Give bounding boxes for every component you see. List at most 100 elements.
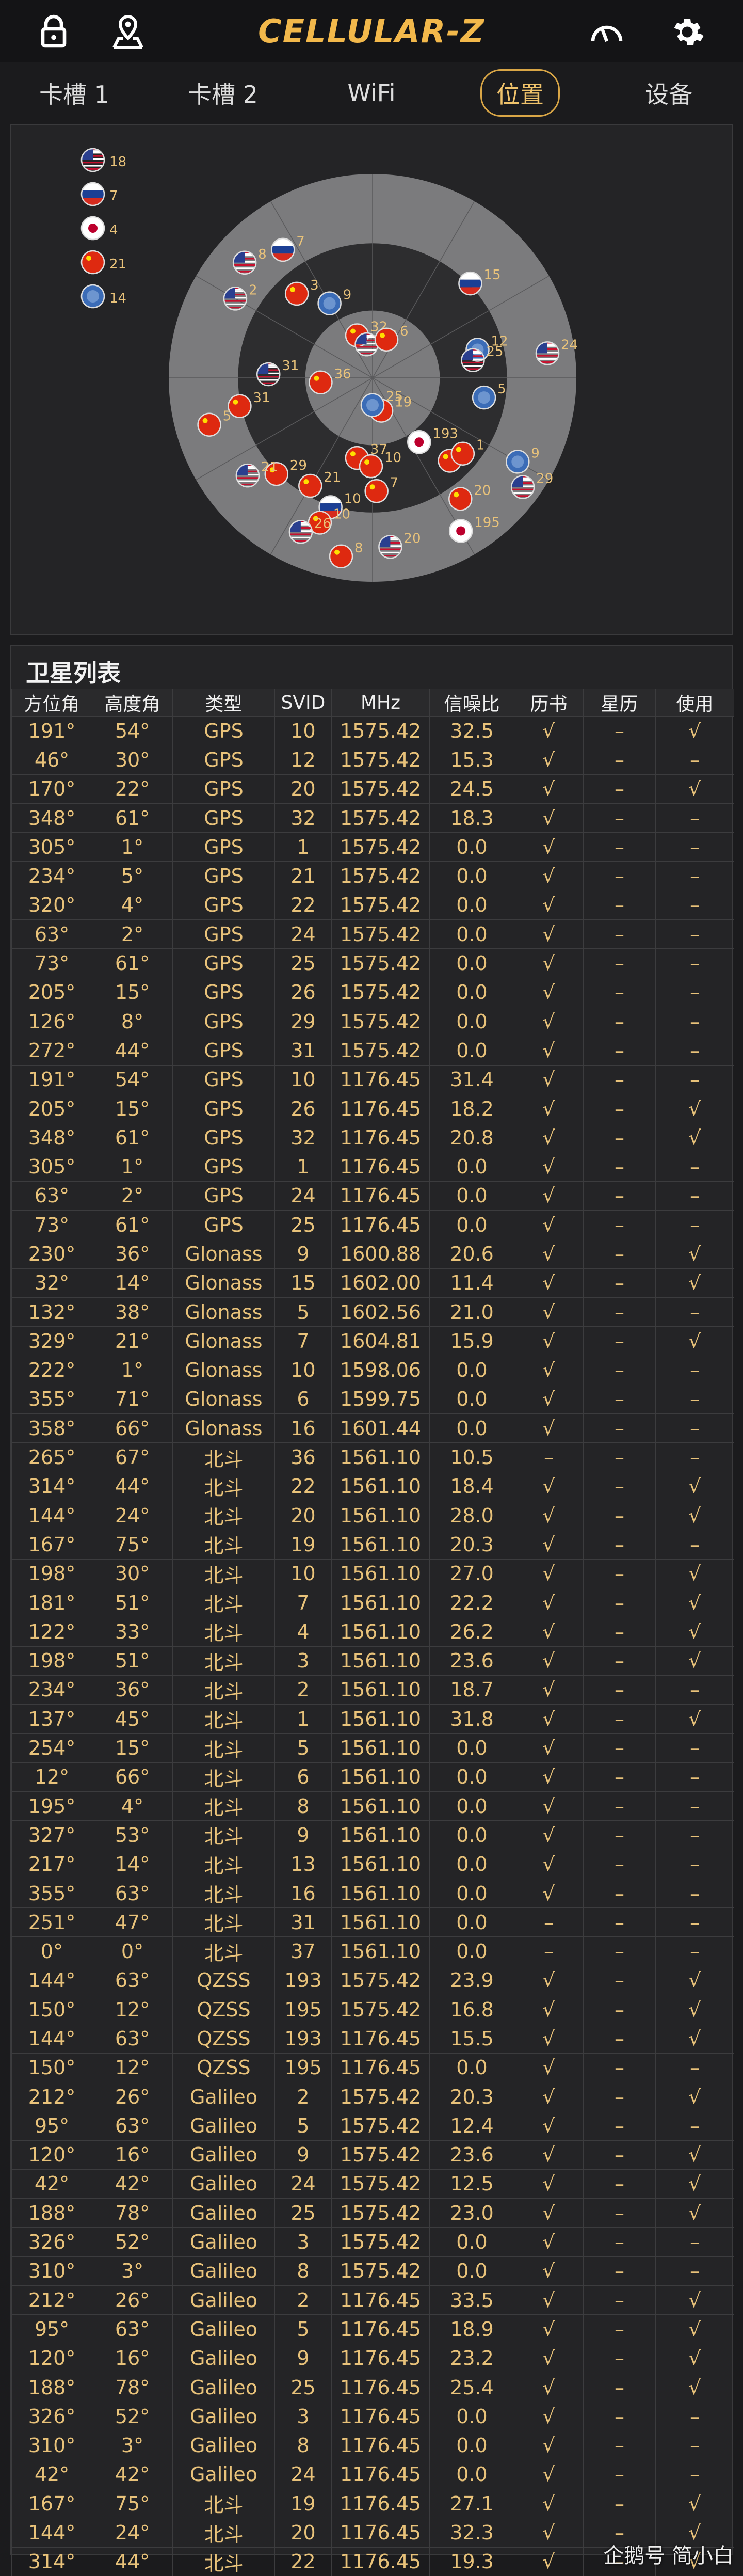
satellite-marker[interactable]	[364, 479, 389, 503]
table-row[interactable]: 320° 4° GPS 22 1575.42 0.0 √ – –	[11, 890, 734, 920]
table-row[interactable]: 198° 30° 北斗 10 1561.10 27.0 √ – √	[11, 1559, 734, 1588]
satellite-marker[interactable]	[374, 327, 399, 352]
column-header[interactable]: 类型	[172, 689, 275, 717]
tab-1[interactable]: 卡槽 2	[149, 62, 297, 124]
column-header[interactable]: SVID	[274, 689, 332, 717]
satellite-marker[interactable]	[458, 271, 482, 296]
table-row[interactable]: 348° 61° GPS 32 1575.42 18.3 √ – –	[11, 803, 734, 833]
table-row[interactable]: 198° 51° 北斗 3 1561.10 23.6 √ – √	[11, 1646, 734, 1676]
table-cell: –	[583, 861, 656, 891]
table-row[interactable]: 217° 14° 北斗 13 1561.10 0.0 √ – –	[11, 1849, 734, 1879]
satellite-marker[interactable]	[197, 412, 221, 437]
table-row[interactable]: 32° 14° Glonass 15 1602.00 11.4 √ – √	[11, 1268, 734, 1298]
satellite-marker[interactable]	[506, 450, 530, 474]
satellite-marker[interactable]	[317, 291, 342, 315]
tab-4[interactable]: 设备	[594, 62, 743, 124]
satellite-marker[interactable]	[360, 393, 385, 417]
table-row[interactable]: 234° 36° 北斗 2 1561.10 18.7 √ – –	[11, 1675, 734, 1705]
table-row[interactable]: 137° 45° 北斗 1 1561.10 31.8 √ – √	[11, 1704, 734, 1734]
table-row[interactable]: 310° 3° Galileo 8 1575.42 0.0 √ – –	[11, 2256, 734, 2286]
table-row[interactable]: 191° 54° GPS 10 1575.42 32.5 √ – √	[11, 715, 734, 746]
tab-0[interactable]: 卡槽 1	[0, 62, 149, 124]
table-row[interactable]: 126° 8° GPS 29 1575.42 0.0 √ – –	[11, 1006, 734, 1037]
satellite-marker[interactable]	[298, 473, 322, 498]
table-row[interactable]: 326° 52° Galileo 3 1176.45 0.0 √ – –	[11, 2402, 734, 2431]
table-row[interactable]: 63° 2° GPS 24 1575.42 0.0 √ – –	[11, 919, 734, 949]
table-row[interactable]: 42° 42° Galileo 24 1575.42 12.5 √ – √	[11, 2169, 734, 2199]
table-row[interactable]: 46° 30° GPS 12 1575.42 15.3 √ – –	[11, 745, 734, 775]
table-row[interactable]: 327° 53° 北斗 9 1561.10 0.0 √ – –	[11, 1820, 734, 1850]
table-row[interactable]: 12° 66° 北斗 6 1561.10 0.0 √ – –	[11, 1762, 734, 1792]
table-row[interactable]: 63° 2° GPS 24 1176.45 0.0 √ – –	[11, 1181, 734, 1211]
table-row[interactable]: 73° 61° GPS 25 1176.45 0.0 √ – –	[11, 1210, 734, 1240]
table-row[interactable]: 144° 63° QZSS 193 1575.42 23.9 √ – √	[11, 1965, 734, 1996]
table-row[interactable]: 254° 15° 北斗 5 1561.10 0.0 √ – –	[11, 1733, 734, 1763]
table-row[interactable]: 230° 36° Glonass 9 1600.88 20.6 √ – √	[11, 1239, 734, 1269]
satellite-marker[interactable]	[472, 385, 496, 410]
satellite-marker[interactable]	[448, 487, 473, 511]
table-row[interactable]: 310° 3° Galileo 8 1176.45 0.0 √ – –	[11, 2430, 734, 2460]
satellite-marker[interactable]	[271, 237, 295, 262]
table-row[interactable]: 188° 78° Galileo 25 1575.42 23.0 √ – √	[11, 2198, 734, 2228]
table-row[interactable]: 305° 1° GPS 1 1575.42 0.0 √ – –	[11, 832, 734, 862]
table-row[interactable]: 144° 24° 北斗 20 1561.10 28.0 √ – √	[11, 1501, 734, 1531]
column-header[interactable]: 信噪比	[429, 689, 514, 717]
gear-icon[interactable]	[667, 11, 708, 53]
table-row[interactable]: 205° 15° GPS 26 1176.45 18.2 √ – √	[11, 1093, 734, 1124]
table-row[interactable]: 234° 5° GPS 21 1575.42 0.0 √ – –	[11, 861, 734, 891]
satellite-marker[interactable]	[359, 454, 383, 479]
table-row[interactable]: 120° 16° Galileo 9 1176.45 23.2 √ – √	[11, 2343, 734, 2373]
satellite-marker[interactable]	[329, 544, 353, 569]
satellite-marker[interactable]	[309, 370, 333, 395]
table-row[interactable]: 167° 75° 北斗 19 1176.45 27.1 √ – √	[11, 2489, 734, 2519]
table-row[interactable]: 150° 12° QZSS 195 1575.42 16.8 √ – √	[11, 1995, 734, 2025]
table-row[interactable]: 195° 4° 北斗 8 1561.10 0.0 √ – –	[11, 1791, 734, 1821]
table-row[interactable]: 212° 26° Galileo 2 1176.45 33.5 √ – √	[11, 2285, 734, 2315]
table-row[interactable]: 212° 26° Galileo 2 1575.42 20.3 √ – √	[11, 2081, 734, 2112]
table-row[interactable]: 191° 54° GPS 10 1176.45 31.4 √ – –	[11, 1064, 734, 1094]
column-header[interactable]: 星历	[583, 689, 656, 717]
table-row[interactable]: 305° 1° GPS 1 1176.45 0.0 √ – –	[11, 1152, 734, 1182]
table-row[interactable]: 326° 52° Galileo 3 1575.42 0.0 √ – –	[11, 2227, 734, 2257]
satellite-marker[interactable]	[450, 441, 475, 466]
satellite-marker[interactable]	[228, 394, 252, 419]
table-row[interactable]: 205° 15° GPS 26 1575.42 0.0 √ – –	[11, 977, 734, 1007]
speedometer-icon[interactable]	[586, 11, 627, 53]
table-row[interactable]: 95° 63° Galileo 5 1176.45 18.9 √ – √	[11, 2314, 734, 2344]
table-row[interactable]: 42° 42° Galileo 24 1176.45 0.0 √ – –	[11, 2459, 734, 2490]
table-row[interactable]: 122° 33° 北斗 4 1561.10 26.2 √ – √	[11, 1617, 734, 1647]
table-row[interactable]: 132° 38° Glonass 5 1602.56 21.0 √ – –	[11, 1297, 734, 1327]
table-row[interactable]: 150° 12° QZSS 195 1176.45 0.0 √ – –	[11, 2053, 734, 2082]
table-row[interactable]: 167° 75° 北斗 19 1561.10 20.3 √ – –	[11, 1530, 734, 1560]
column-header[interactable]: 历书	[514, 689, 584, 717]
table-row[interactable]: 265° 67° 北斗 36 1561.10 10.5– – –	[11, 1442, 734, 1472]
table-row[interactable]: 355° 71° Glonass 6 1599.75 0.0 √ – –	[11, 1384, 734, 1414]
table-row[interactable]: 170° 22° GPS 20 1575.42 24.5 √ – √	[11, 774, 734, 804]
satellite-marker[interactable]	[448, 519, 473, 543]
satellite-marker[interactable]	[284, 281, 309, 306]
column-header[interactable]: 使用	[655, 689, 734, 717]
table-row[interactable]: 144° 63° QZSS 193 1176.45 15.5 √ – √	[11, 2024, 734, 2054]
table-row[interactable]: 181° 51° 北斗 7 1561.10 22.2 √ – √	[11, 1587, 734, 1618]
table-row[interactable]: 272° 44° GPS 31 1575.42 0.0 √ – –	[11, 1036, 734, 1066]
lock-icon[interactable]	[33, 11, 74, 53]
table-row[interactable]: 314° 44° 北斗 22 1561.10 18.4 √ – √	[11, 1471, 734, 1502]
table-row[interactable]: 358° 66° Glonass 16 1601.44 0.0 √ – –	[11, 1413, 734, 1443]
map-pin-icon[interactable]	[107, 11, 149, 53]
tab-2[interactable]: WiFi	[297, 62, 446, 124]
satellite-marker[interactable]	[407, 430, 431, 454]
table-row[interactable]: 251° 47° 北斗 31 1561.10 0.0– – –	[11, 1907, 734, 1937]
table-row[interactable]: 0° 0° 北斗 37 1561.10 0.0– – –	[11, 1936, 734, 1966]
table-row[interactable]: 188° 78° Galileo 25 1176.45 25.4 √ – √	[11, 2372, 734, 2403]
column-header[interactable]: 高度角	[92, 689, 173, 717]
table-row[interactable]: 95° 63° Galileo 5 1575.42 12.4 √ – –	[11, 2111, 734, 2141]
column-header[interactable]: MHz	[331, 689, 430, 717]
table-row[interactable]: 120° 16° Galileo 9 1575.42 23.6 √ – √	[11, 2140, 734, 2170]
table-row[interactable]: 73° 61° GPS 25 1575.42 0.0 √ – –	[11, 948, 734, 978]
table-row[interactable]: 348° 61° GPS 32 1176.45 20.8 √ – √	[11, 1123, 734, 1153]
table-row[interactable]: 355° 63° 北斗 16 1561.10 0.0 √ – –	[11, 1878, 734, 1909]
table-row[interactable]: 329° 21° Glonass 7 1604.81 15.9 √ – √	[11, 1326, 734, 1356]
column-header[interactable]: 方位角	[11, 689, 92, 717]
tab-3[interactable]: 位置	[446, 62, 594, 124]
table-row[interactable]: 222° 1° Glonass 10 1598.06 0.0 √ – –	[11, 1355, 734, 1385]
